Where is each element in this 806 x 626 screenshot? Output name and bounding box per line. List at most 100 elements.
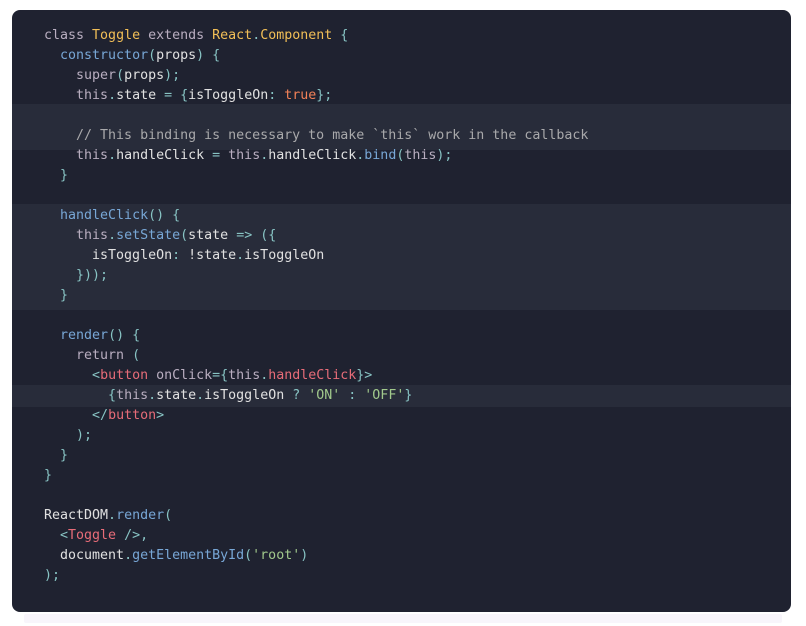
- code-token: ): [300, 548, 309, 563]
- code-line: }: [12, 446, 791, 466]
- code-token: (: [148, 48, 157, 63]
- code-token: />,: [124, 528, 149, 543]
- code-line: super(props);: [12, 66, 791, 86]
- code-token: :: [268, 88, 285, 103]
- code-line: {this.state.isToggleOn ? 'ON' : 'OFF'}: [12, 386, 791, 406]
- code-token: = {: [164, 88, 189, 103]
- code-token: isToggleOn: [244, 248, 325, 263]
- code-token: );: [44, 568, 61, 583]
- code-line: }: [12, 286, 791, 306]
- code-token: (: [116, 68, 125, 83]
- code-token: () {: [108, 328, 141, 343]
- code-token: this: [76, 88, 109, 103]
- code-token: 'OFF': [364, 388, 405, 403]
- code-token: }: [404, 388, 413, 403]
- code-token: getElementById: [132, 548, 245, 563]
- code-token: .: [108, 88, 117, 103]
- code-token: </: [92, 408, 109, 423]
- code-token: this: [228, 148, 261, 163]
- code-token: => ({: [236, 228, 277, 243]
- page-edge-divider: [24, 614, 782, 623]
- code-token: isToggleOn: [204, 388, 293, 403]
- code-token: {: [108, 388, 117, 403]
- code-token: 'root': [252, 548, 301, 563]
- code-token: handleClick: [268, 368, 357, 383]
- code-token: Toggle: [92, 28, 141, 43]
- code-token: state: [188, 228, 237, 243]
- code-token: handleClick: [116, 148, 213, 163]
- code-token: }: [44, 168, 69, 183]
- code-token: ) {: [196, 48, 221, 63]
- code-token: 'ON': [308, 388, 341, 403]
- code-token: handleClick: [60, 208, 149, 223]
- code-token: render: [116, 508, 165, 523]
- code-token: setState: [116, 228, 181, 243]
- code-token: .: [196, 388, 205, 403]
- code-token: handleClick: [268, 148, 357, 163]
- code-token: super: [76, 68, 117, 83]
- code-line: );: [12, 426, 791, 446]
- code-token: );: [44, 428, 93, 443]
- code-token: .: [108, 228, 117, 243]
- code-token: }));: [44, 268, 109, 283]
- code-line: handleClick() {: [12, 206, 791, 226]
- code-token: button: [100, 368, 157, 383]
- code-line: this.state = {isToggleOn: true};: [12, 86, 791, 106]
- code-token: render: [60, 328, 109, 343]
- code-token: isToggleOn: [188, 88, 269, 103]
- code-editor[interactable]: class Toggle extends React.Component { c…: [12, 10, 791, 612]
- code-token: // This binding is necessary to make `th…: [44, 128, 589, 143]
- code-token: .: [124, 548, 133, 563]
- code-token: ReactDOM: [44, 508, 109, 523]
- code-token: () {: [148, 208, 181, 223]
- code-token: extends: [140, 28, 213, 43]
- code-token: isToggleOn: [44, 248, 173, 263]
- code-token: ?: [292, 388, 309, 403]
- code-token: );: [164, 68, 181, 83]
- code-line: }: [12, 166, 791, 186]
- code-token: props: [156, 48, 197, 63]
- code-token: .: [252, 28, 261, 43]
- code-token: true: [284, 88, 317, 103]
- code-token: class: [44, 28, 93, 43]
- code-token: :: [172, 248, 189, 263]
- code-token: return: [76, 348, 125, 363]
- code-token: (: [244, 548, 253, 563]
- code-token: );: [436, 148, 453, 163]
- code-token: (: [124, 348, 141, 363]
- code-line: </button>: [12, 406, 791, 426]
- code-line: this.handleClick = this.handleClick.bind…: [12, 146, 791, 166]
- code-token: constructor: [60, 48, 149, 63]
- code-line: isToggleOn: !state.isToggleOn: [12, 246, 791, 266]
- code-token: !state: [188, 248, 237, 263]
- code-token: document: [44, 548, 125, 563]
- code-line: }));: [12, 266, 791, 286]
- code-token: >: [156, 408, 165, 423]
- code-token: :: [340, 388, 365, 403]
- code-line: }: [12, 466, 791, 486]
- code-token: .: [148, 388, 157, 403]
- code-token: button: [108, 408, 157, 423]
- code-line: ReactDOM.render(: [12, 506, 791, 526]
- code-token: ={: [212, 368, 229, 383]
- code-token: (: [180, 228, 189, 243]
- code-token: {: [332, 28, 349, 43]
- code-content[interactable]: class Toggle extends React.Component { c…: [12, 10, 791, 612]
- code-line: return (: [12, 346, 791, 366]
- code-token: =: [212, 148, 229, 163]
- code-line: constructor(props) {: [12, 46, 791, 66]
- code-token: this: [404, 148, 437, 163]
- code-token: };: [316, 88, 333, 103]
